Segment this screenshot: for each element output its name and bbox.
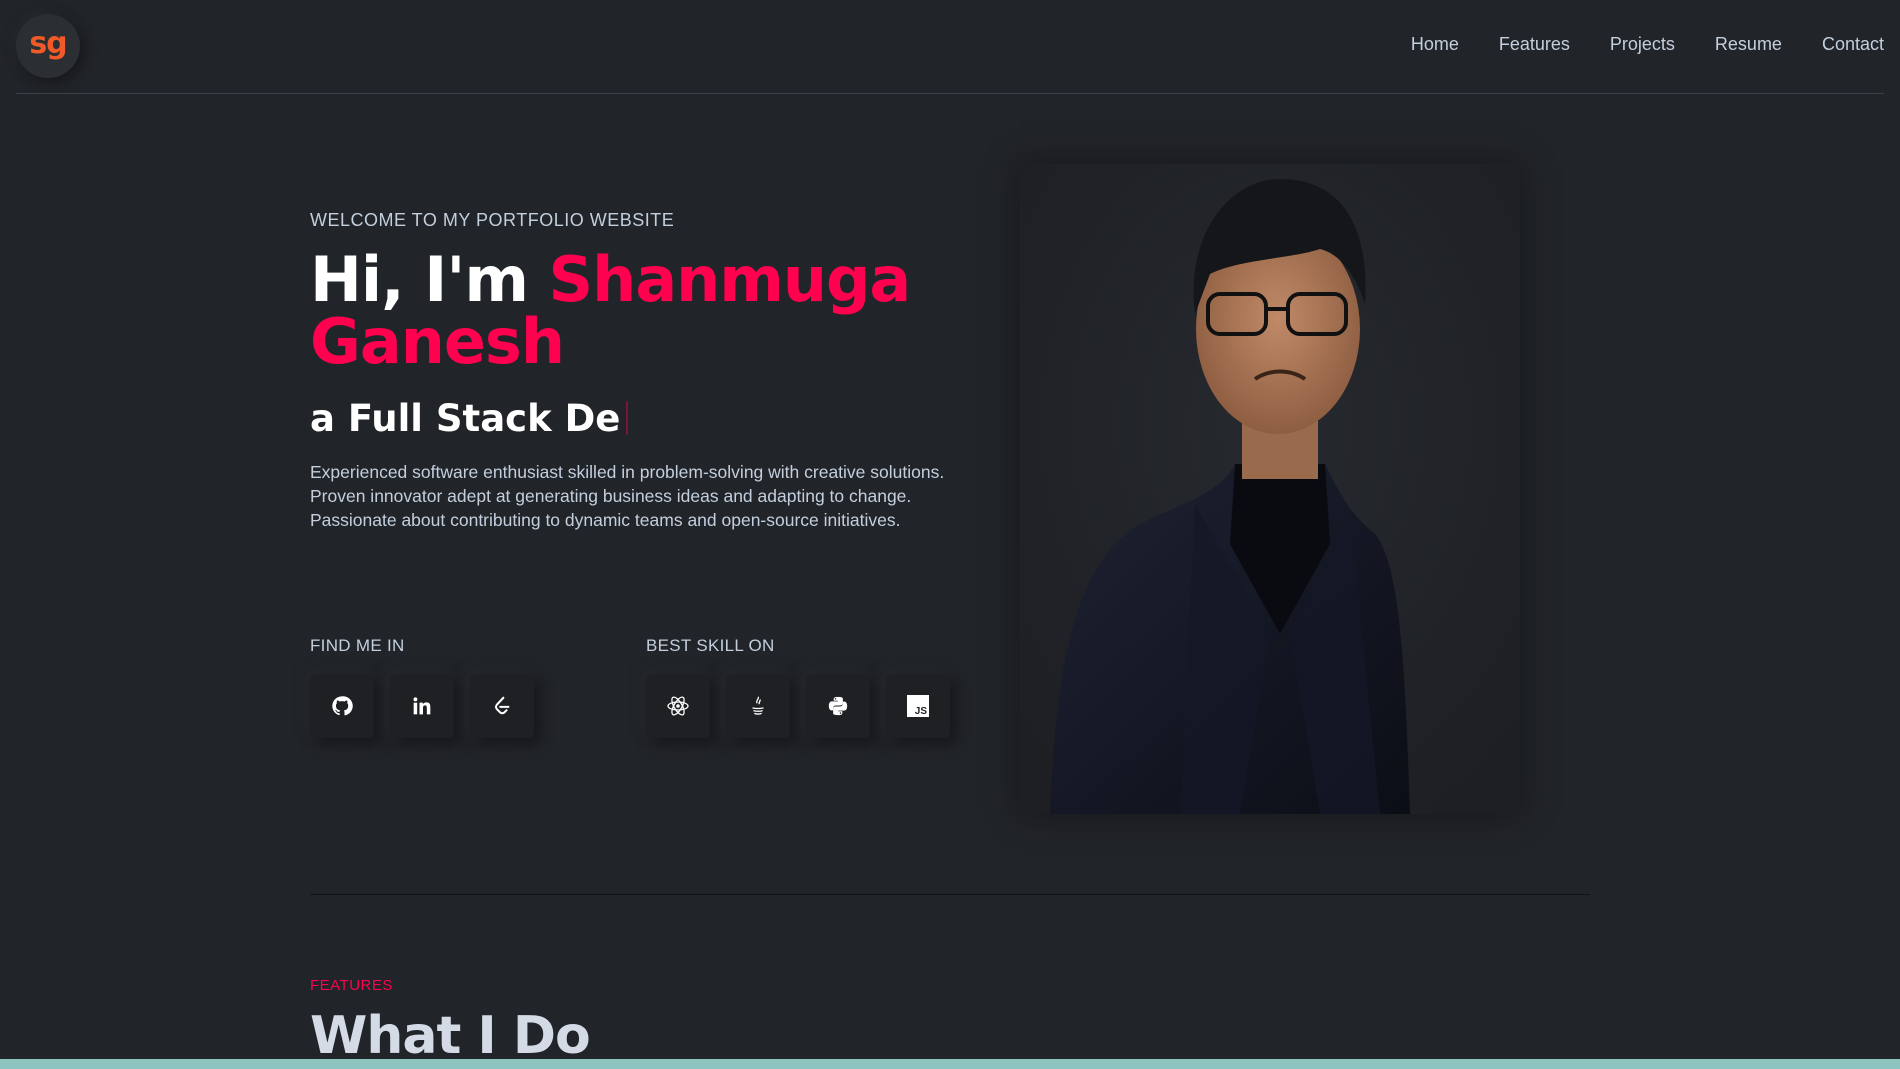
react-icon — [667, 696, 689, 716]
nav-home[interactable]: Home — [1411, 34, 1459, 55]
site-header: sg Home Features Projects Resume Contact — [0, 0, 1900, 94]
hero-description: Experienced software enthusiast skilled … — [310, 462, 945, 530]
leetcode-button[interactable] — [470, 674, 534, 738]
github-button[interactable] — [310, 674, 374, 738]
javascript-button[interactable]: JS — [886, 674, 950, 738]
js-label: JS — [915, 706, 928, 717]
typing-cursor — [626, 401, 629, 435]
find-me-title: FIND ME IN — [310, 636, 405, 655]
nav-features[interactable]: Features — [1499, 34, 1570, 55]
hero-title: Hi, I'm Shanmuga Ganesh — [310, 249, 960, 373]
python-button[interactable] — [806, 674, 870, 738]
java-button[interactable] — [726, 674, 790, 738]
python-icon — [828, 696, 848, 716]
linkedin-icon — [413, 697, 431, 715]
features-title: What I Do — [310, 1006, 591, 1066]
linkedin-button[interactable] — [390, 674, 454, 738]
react-button[interactable] — [646, 674, 710, 738]
role-typewriter: a Full Stack De — [310, 397, 960, 440]
profile-photo — [1020, 164, 1520, 814]
skills-title: BEST SKILL ON — [646, 636, 775, 655]
bottom-strip — [0, 1059, 1900, 1069]
find-me-section: FIND ME IN — [310, 636, 534, 738]
social-icons — [310, 674, 534, 738]
java-icon — [752, 696, 764, 715]
name-last: Ganesh — [310, 305, 565, 378]
skills-section: BEST SKILL ON JS — [646, 636, 950, 738]
portrait-image — [1020, 164, 1520, 814]
header-divider — [16, 93, 1884, 94]
nav-contact[interactable]: Contact — [1822, 34, 1884, 55]
name-first: Shanmuga — [548, 243, 912, 316]
features-label: FEATURES — [310, 977, 393, 994]
nav-projects[interactable]: Projects — [1610, 34, 1675, 55]
role-text: a Full Stack De — [310, 397, 621, 440]
main-nav: Home Features Projects Resume Contact — [1411, 34, 1884, 55]
welcome-text: WELCOME TO MY PORTFOLIO WEBSITE — [310, 210, 675, 230]
javascript-icon: JS — [907, 695, 929, 717]
leetcode-icon — [495, 696, 510, 715]
skill-icons: JS — [646, 674, 950, 738]
hero-section: WELCOME TO MY PORTFOLIO WEBSITE Hi, I'm … — [310, 210, 960, 550]
section-divider — [310, 894, 1590, 895]
logo[interactable]: sg — [16, 14, 80, 78]
github-icon — [332, 696, 353, 716]
nav-resume[interactable]: Resume — [1715, 34, 1782, 55]
